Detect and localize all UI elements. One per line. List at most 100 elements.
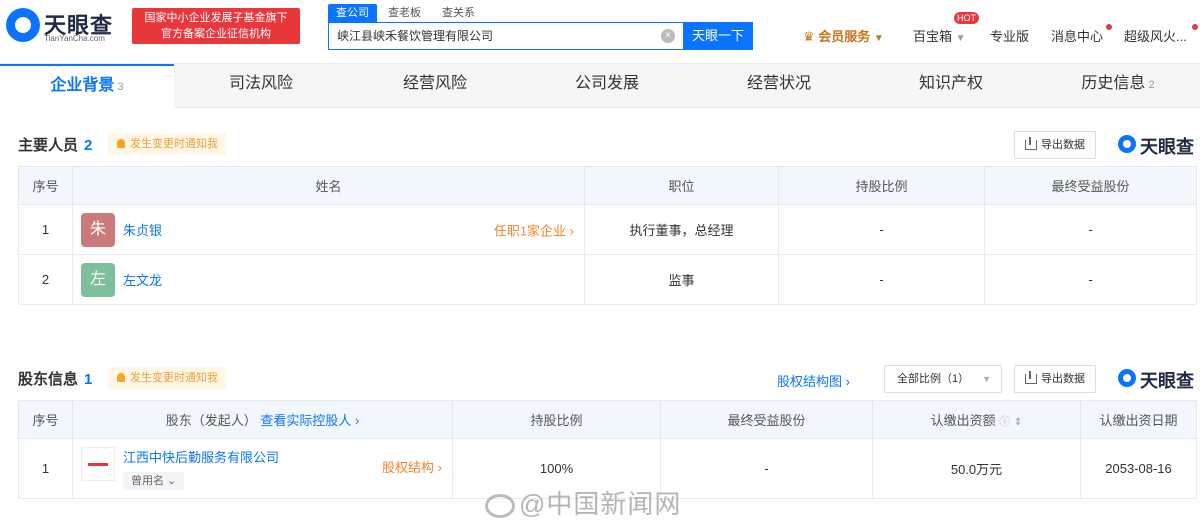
official-badge: 国家中小企业发展子基金旗下 官方备案企业征信机构 <box>132 8 300 44</box>
tab-operating-status[interactable]: 经营状况 <box>692 64 866 108</box>
nav-messages[interactable]: 消息中心 <box>1051 26 1103 45</box>
header-date: 认缴出资日期 <box>1080 400 1197 439</box>
help-icon[interactable]: ⓘ <box>999 416 1010 428</box>
search-tab-company[interactable]: 查公司 <box>328 4 377 22</box>
equity-structure-link[interactable]: 股权结构 › <box>382 457 442 476</box>
avatar: 左 <box>81 262 115 297</box>
header-name: 姓名 <box>72 166 585 205</box>
personnel-title: 主要人员 2 <box>18 134 92 155</box>
search-tab-boss[interactable]: 查老板 <box>380 4 429 22</box>
header-benefit: 最终受益股份 <box>660 400 873 439</box>
shareholder-name-link[interactable]: 江西中快后勤服务有限公司 <box>123 447 279 466</box>
tab-count: 3 <box>117 81 124 93</box>
personnel-count: 2 <box>84 137 93 154</box>
nav-vip-label: 会员服务 <box>818 29 871 44</box>
row-share: - <box>778 254 985 305</box>
nav-pro[interactable]: 专业版 <box>990 26 1029 45</box>
top-bar: 天眼查 TianYanCha.com 国家中小企业发展子基金旗下 官方备案企业征… <box>0 0 1200 64</box>
search-input[interactable]: 峡江县峡禾餐饮管理有限公司 × <box>328 22 683 50</box>
row-share: - <box>778 204 985 255</box>
row-position: 执行董事，总经理 <box>584 204 779 255</box>
shareholders-export-button[interactable]: 导出数据 <box>1014 365 1096 393</box>
logo-subtitle: TianYanCha.com <box>44 34 105 43</box>
header-position: 职位 <box>584 166 779 205</box>
equity-structure-chart-link[interactable]: 股权结构图 › <box>777 371 850 390</box>
tab-legal-risk[interactable]: 司法风险 <box>174 64 348 108</box>
search-tab-relation[interactable]: 查关系 <box>434 4 483 22</box>
hot-badge: HOT <box>954 12 979 24</box>
row-capital: 50.0万元 <box>872 438 1081 499</box>
crown-icon: ♛ <box>803 29 815 44</box>
table-row: 2 左左文龙 监事 - - <box>18 254 1197 305</box>
table-row: 1 朱朱贞银 任职1家企业 › 执行董事，总经理 - - <box>18 204 1197 255</box>
tab-label: 企业背景 <box>50 77 115 94</box>
search-button[interactable]: 天眼一下 <box>683 22 753 50</box>
personnel-export-button[interactable]: 导出数据 <box>1014 131 1096 159</box>
tab-operating-risk[interactable]: 经营风险 <box>348 64 522 108</box>
shareholders-title-label: 股东信息 <box>18 371 79 388</box>
section-tabs: 企业背景 3 司法风险 经营风险 公司发展 经营状况 知识产权 历史信息 2 <box>0 64 1200 108</box>
personnel-table: 序号 姓名 职位 持股比例 最终受益股份 1 朱朱贞银 任职1家企业 › 执行董… <box>18 166 1197 305</box>
row-benefit: - <box>984 204 1197 255</box>
caret-down-icon: ▼ <box>955 33 966 44</box>
tab-company-background[interactable]: 企业背景 3 <box>0 64 174 108</box>
row-benefit: - <box>660 438 873 499</box>
row-name-cell: 左左文龙 <box>72 254 585 305</box>
tab-label: 公司发展 <box>574 75 639 92</box>
tab-label: 历史信息 <box>1081 75 1146 92</box>
ratio-filter-value: 全部比例（1） <box>897 373 970 385</box>
watermark: @中国新闻网 <box>485 484 681 521</box>
shareholders-notify-button[interactable]: 发生变更时通知我 <box>108 367 226 389</box>
tab-label: 司法风险 <box>228 75 293 92</box>
message-dot <box>1106 24 1112 30</box>
company-logo <box>81 447 115 481</box>
person-name-link[interactable]: 左文龙 <box>123 273 162 288</box>
caret-down-icon: ▼ <box>873 33 884 44</box>
logo-icon <box>6 8 40 42</box>
tab-company-development[interactable]: 公司发展 <box>520 64 694 108</box>
row-no: 1 <box>18 204 73 255</box>
official-badge-line2: 官方备案企业征信机构 <box>161 28 271 40</box>
nav-vip[interactable]: ♛ 会员服务 ▼ <box>803 26 884 45</box>
table-header-row: 序号 股东（发起人） 查看实际控股人 › 持股比例 最终受益股份 认缴出资额 ⓘ… <box>18 400 1197 439</box>
search-input-value: 峡江县峡禾餐饮管理有限公司 <box>337 29 494 43</box>
row-no: 1 <box>18 438 73 499</box>
header-share: 持股比例 <box>778 166 985 205</box>
header-no: 序号 <box>18 166 73 205</box>
nav-baibaoxiang-label: 百宝箱 <box>913 29 953 44</box>
shareholders-title: 股东信息 1 <box>18 368 92 389</box>
official-badge-line1: 国家中小企业发展子基金旗下 <box>144 12 288 24</box>
header-capital-label: 认缴出资额 <box>930 413 996 428</box>
person-name-link[interactable]: 朱贞银 <box>123 223 162 238</box>
tab-label: 知识产权 <box>918 75 983 92</box>
row-no: 2 <box>18 254 73 305</box>
table-header-row: 序号 姓名 职位 持股比例 最终受益股份 <box>18 166 1197 205</box>
former-name-tag[interactable]: 曾用名 ⌄ <box>123 472 185 490</box>
tab-label: 经营风险 <box>402 75 467 92</box>
header-holder: 股东（发起人） 查看实际控股人 › <box>72 400 453 439</box>
personnel-title-label: 主要人员 <box>18 137 79 154</box>
tab-history[interactable]: 历史信息 2 <box>1036 64 1200 108</box>
nav-baibaoxiang[interactable]: 百宝箱 ▼ <box>913 26 966 45</box>
ratio-filter-dropdown[interactable]: 全部比例（1） ▼ <box>884 365 1002 393</box>
positions-link[interactable]: 任职1家企业 › <box>494 220 574 239</box>
tab-count: 2 <box>1148 79 1155 91</box>
clear-icon[interactable]: × <box>661 29 675 43</box>
header-benefit: 最终受益股份 <box>984 166 1197 205</box>
user-dot <box>1192 24 1198 30</box>
tab-intellectual-property[interactable]: 知识产权 <box>864 64 1038 108</box>
actual-controller-link[interactable]: 查看实际控股人 › <box>260 413 359 428</box>
sort-icon[interactable]: ⇕ <box>1014 417 1022 428</box>
personnel-brand-logo: 天眼查 <box>1118 133 1194 159</box>
personnel-notify-button[interactable]: 发生变更时通知我 <box>108 133 226 155</box>
logo[interactable]: 天眼查 TianYanCha.com <box>6 6 126 46</box>
row-holder-cell: 江西中快后勤服务有限公司 曾用名 ⌄ 股权结构 › <box>72 438 453 499</box>
nav-user[interactable]: 超级风火... <box>1124 26 1187 45</box>
header-no: 序号 <box>18 400 73 439</box>
watermark-text: @中国新闻网 <box>519 489 682 519</box>
tab-label: 经营状况 <box>746 75 811 92</box>
weibo-icon <box>485 494 515 519</box>
caret-down-icon: ▼ <box>982 374 991 384</box>
header-ratio: 持股比例 <box>452 400 661 439</box>
row-name-cell: 朱朱贞银 任职1家企业 › <box>72 204 585 255</box>
